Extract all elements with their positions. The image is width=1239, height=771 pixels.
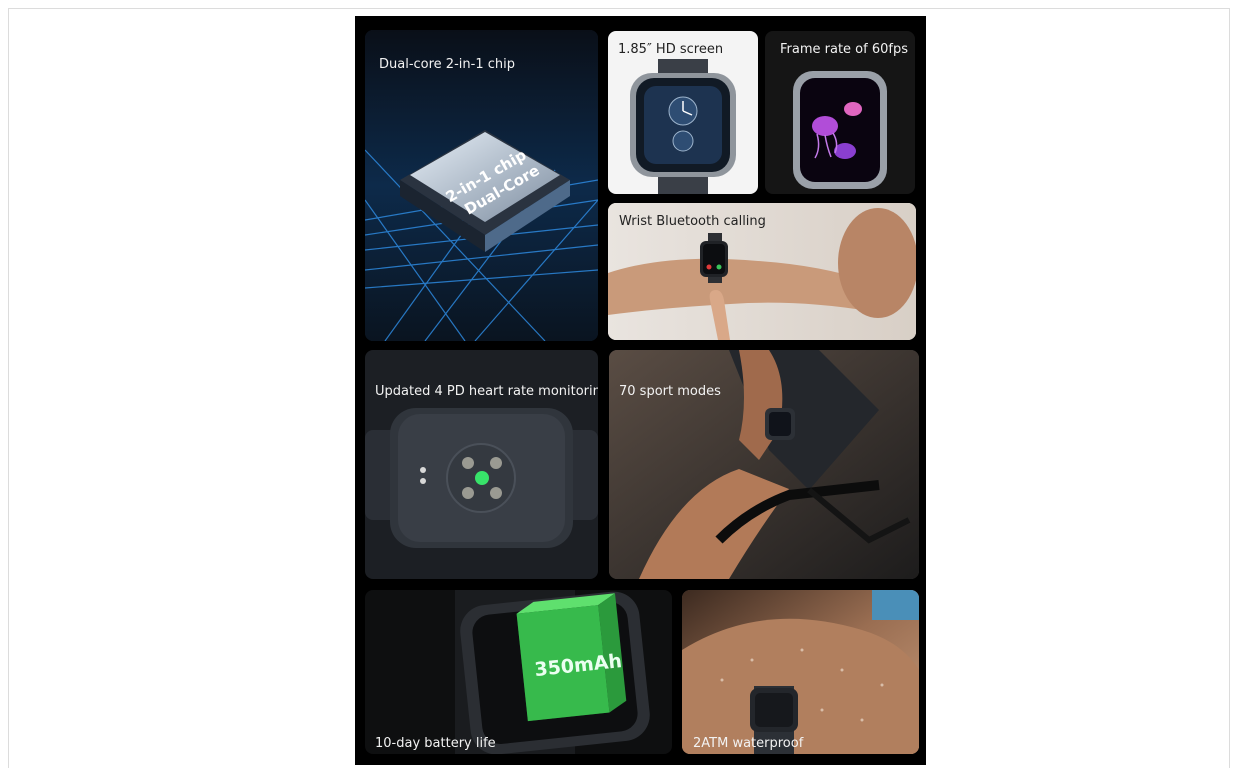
waterproof-arm-image (682, 590, 919, 754)
bluetooth-calling-panel: Wrist Bluetooth calling (608, 203, 916, 340)
sport-modes-caption: 70 sport modes (619, 384, 721, 399)
battery-watch-image: 350mAh (455, 590, 650, 754)
heart-rate-caption: Updated 4 PD heart rate monitoring (375, 384, 598, 399)
frame-rate-caption: Frame rate of 60fps (780, 42, 908, 57)
battery-panel: 350mAh 10-day battery life (365, 590, 672, 754)
product-feature-poster: 2-in-1 chip Dual-Core Dual-core 2-in-1 c… (355, 16, 926, 765)
sport-modes-panel: 70 sport modes (609, 350, 919, 579)
chip-panel: 2-in-1 chip Dual-Core Dual-core 2-in-1 c… (365, 30, 598, 341)
hd-screen-panel: 1.85″ HD screen (608, 31, 758, 194)
waterproof-panel: 2ATM waterproof (682, 590, 919, 754)
chip-caption: Dual-core 2-in-1 chip (379, 57, 515, 72)
hd-screen-caption: 1.85″ HD screen (618, 42, 724, 57)
frame-rate-panel: Frame rate of 60fps (765, 31, 915, 194)
battery-caption: 10-day battery life (375, 736, 496, 751)
bluetooth-calling-caption: Wrist Bluetooth calling (619, 214, 766, 229)
chip-illustration: 2-in-1 chip Dual-Core (365, 30, 598, 341)
heart-rate-panel: Updated 4 PD heart rate monitoring (365, 350, 598, 579)
waterproof-caption: 2ATM waterproof (693, 736, 804, 751)
